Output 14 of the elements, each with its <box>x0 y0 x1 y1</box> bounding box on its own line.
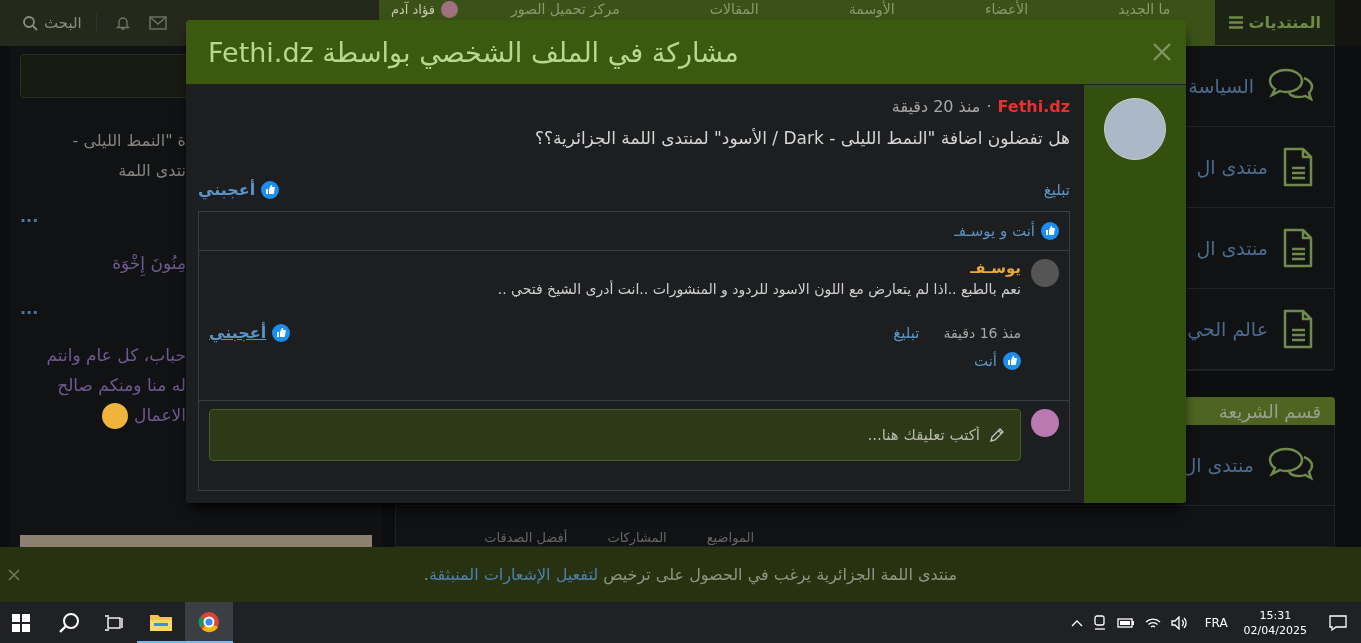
snippet-text: الاعمال <box>102 400 186 430</box>
stat-label: أفضل الصدقات <box>484 530 568 546</box>
snippet-text: نتدى اللمة <box>118 160 186 182</box>
snippet-text: حباب، كل عام وانتم <box>46 344 186 367</box>
dialog-title: مشاركة في الملف الشخصي بواسطة Fethi.dz <box>208 36 739 68</box>
notification-text: منتدى اللمة الجزائرية يرغب في الحصول على ترخيص لتفعيل الإشعارات المنبثقة. <box>422 565 959 584</box>
stat-label: المشاركات <box>607 530 667 546</box>
post-message: هل تفضلون اضافة "النمط الليلى - Dark / الأسود" لمنتدى اللمة الجزائرية؟؟ <box>533 128 1070 148</box>
comment-text: نعم بالطبع ..اذا لم يتعارض مع اللون الاسود للردود و المنشورات ..انت أدرى الشيخ فتحي .. <box>497 281 1021 297</box>
separator-dot: · <box>986 97 992 116</box>
stat-label: المواضيع <box>706 530 754 546</box>
snippet-text: مِنُونَ إِخْوَة <box>112 248 186 278</box>
snippet-text: ة "النمط الليلى - <box>72 130 186 152</box>
snippet-text: له منا ومنكم صالح <box>57 374 186 398</box>
